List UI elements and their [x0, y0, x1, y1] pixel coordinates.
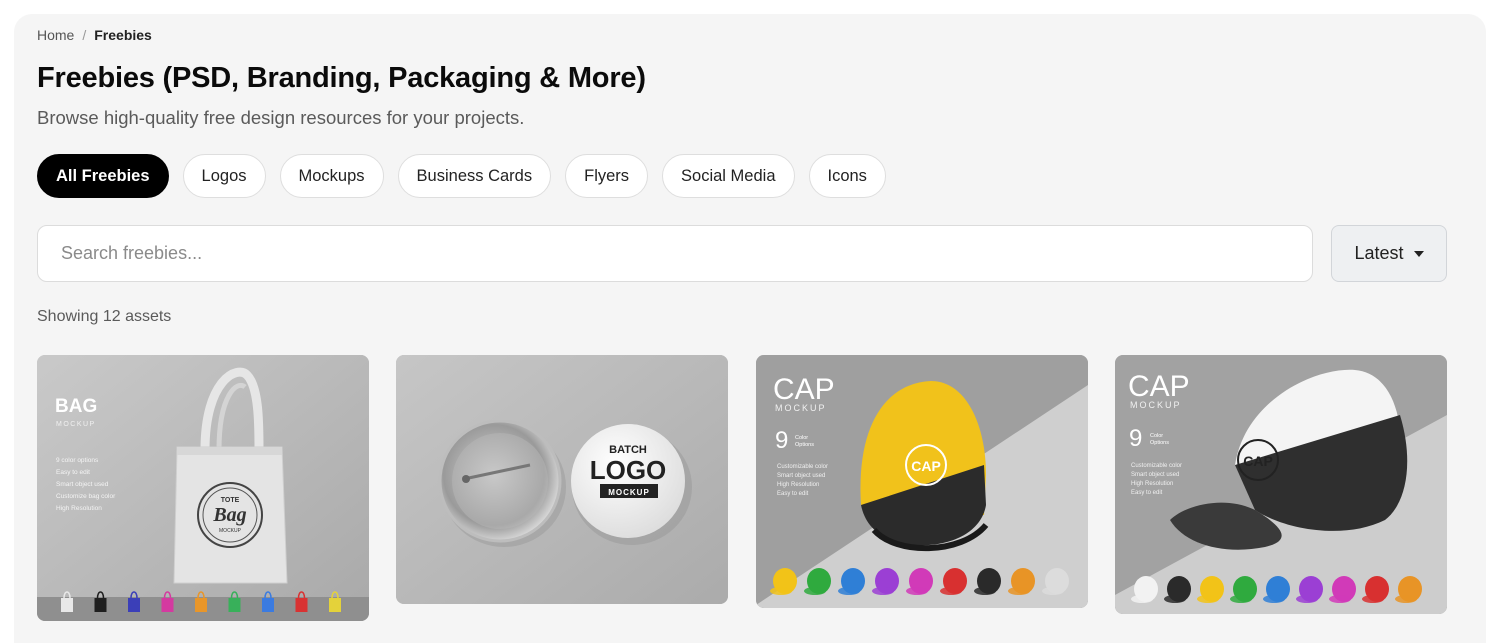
cap-feature: High Resolution [1131, 481, 1173, 487]
bag-feature: Easy to edit [56, 469, 90, 476]
asset-card-bag-mockup[interactable]: BAG MOCKUP 9 color options Easy to edit … [37, 355, 369, 621]
color-swatch-brim [1296, 595, 1318, 603]
cap-count: 9 [1129, 425, 1142, 452]
sort-selected-label: Latest [1354, 243, 1404, 263]
cap-feature: Easy to edit [1131, 490, 1163, 496]
color-swatch [295, 598, 308, 612]
bag-feature: Smart object used [56, 481, 109, 488]
cap-swatches-1 [770, 568, 1069, 595]
filter-icons[interactable]: Icons [808, 154, 886, 198]
asset-card-cap-mockup-white[interactable]: CAP MOCKUP 9 Color Options Customizable … [1115, 355, 1447, 614]
cap-heading: CAP [773, 373, 835, 406]
breadcrumb: Home / Freebies [37, 27, 152, 43]
filter-logos[interactable]: Logos [182, 154, 266, 198]
color-swatch-brim [1362, 595, 1384, 603]
cap-mockup-thumbnail: CAP MOCKUP 9 Color Options Customizable … [1115, 355, 1447, 614]
bag-heading: BAG [55, 396, 97, 417]
cap-count-label: Options [795, 442, 814, 448]
bag-feature: Customize bag color [56, 493, 116, 500]
cap-feature: Customizable color [777, 464, 828, 470]
color-swatch [61, 598, 73, 612]
sort-dropdown[interactable]: Latest [1331, 225, 1447, 282]
filter-mockups[interactable]: Mockups [279, 154, 384, 198]
filter-all-freebies[interactable]: All Freebies [37, 154, 169, 198]
color-swatch-brim [1329, 595, 1351, 603]
caret-down-icon [1413, 250, 1424, 257]
color-swatch-brim [1230, 595, 1252, 603]
cap-mockup-thumbnail: CAP MOCKUP 9 Color Options Customizable … [756, 355, 1088, 608]
color-swatch-brim [1164, 595, 1186, 603]
cap-product-text: CAP [1243, 453, 1273, 469]
breadcrumb-home[interactable]: Home [37, 27, 74, 43]
bag-product-text-top: TOTE [221, 497, 240, 504]
cap-swatches-2 [1131, 576, 1422, 603]
filter-flyers[interactable]: Flyers [565, 154, 649, 198]
color-swatch-brim [1008, 587, 1030, 595]
bag-mockup-thumbnail: BAG MOCKUP 9 color options Easy to edit … [37, 355, 369, 621]
cap-count-label: Color [795, 435, 808, 441]
filter-pills: All Freebies Logos Mockups Business Card… [37, 154, 886, 198]
results-count: Showing 12 assets [37, 308, 172, 325]
cap-feature: Smart object used [1131, 472, 1179, 478]
color-swatch [94, 598, 107, 612]
cap-subheading: MOCKUP [775, 403, 827, 413]
color-swatch-brim [872, 587, 894, 595]
bag-feature: High Resolution [56, 505, 102, 512]
asset-card-badge-mockup[interactable]: BATCH LOGO MOCKUP [396, 355, 728, 604]
breadcrumb-separator: / [82, 27, 87, 43]
color-swatch-brim [770, 587, 792, 595]
color-swatch [128, 598, 140, 612]
cap-heading: CAP [1128, 370, 1190, 403]
cap-count-label: Color [1150, 433, 1163, 439]
color-swatch-brim [804, 587, 826, 595]
freebies-panel: Home / Freebies Freebies (PSD, Branding,… [14, 14, 1486, 643]
color-swatch [228, 598, 241, 612]
color-swatch-brim [974, 587, 996, 595]
cap-feature: High Resolution [777, 482, 819, 488]
color-swatch-brim [1395, 595, 1417, 603]
filter-social-media[interactable]: Social Media [662, 154, 795, 198]
color-swatch-brim [1131, 595, 1153, 603]
bag-product-text-main: Bag [212, 504, 246, 526]
cap-subheading: MOCKUP [1130, 400, 1182, 410]
cap-count: 9 [775, 427, 788, 454]
color-swatch-brim [940, 587, 962, 595]
cap-feature: Customizable color [1131, 463, 1182, 469]
page-title: Freebies (PSD, Branding, Packaging & Mor… [37, 62, 646, 94]
color-swatch [161, 598, 174, 612]
color-swatch [329, 598, 341, 612]
color-swatch-brim [1263, 595, 1285, 603]
color-swatch [262, 598, 274, 612]
cap-feature: Smart object used [777, 473, 825, 479]
search-input[interactable] [37, 225, 1313, 282]
cap-product-text: CAP [911, 458, 941, 474]
cap-feature: Easy to edit [777, 491, 809, 497]
breadcrumb-current: Freebies [94, 27, 152, 43]
badge-text-main: LOGO [590, 455, 667, 485]
cap-count-label: Options [1150, 440, 1169, 446]
color-swatch-brim [906, 587, 928, 595]
asset-card-cap-mockup-yellow[interactable]: CAP MOCKUP 9 Color Options Customizable … [756, 355, 1088, 608]
badge-text-bottom: MOCKUP [608, 488, 650, 497]
badge-mockup-thumbnail: BATCH LOGO MOCKUP [396, 355, 728, 604]
page-subtitle: Browse high-quality free design resource… [37, 107, 525, 128]
color-swatch [195, 598, 207, 612]
color-swatch-brim [838, 587, 860, 595]
color-swatch-brim [1197, 595, 1219, 603]
bag-subheading: MOCKUP [56, 421, 96, 428]
filter-business-cards[interactable]: Business Cards [397, 154, 552, 198]
bag-product-text-bottom: MOCKUP [219, 528, 242, 534]
bag-feature: 9 color options [56, 457, 99, 464]
color-swatch-brim [1042, 587, 1064, 595]
